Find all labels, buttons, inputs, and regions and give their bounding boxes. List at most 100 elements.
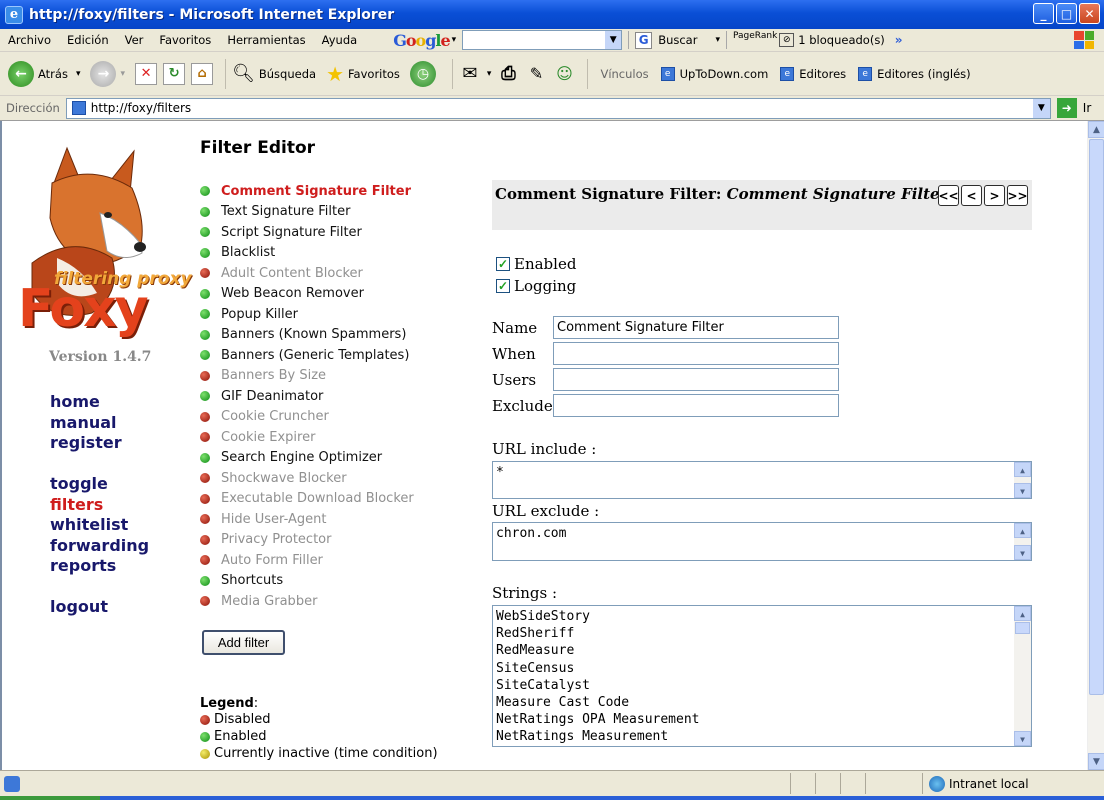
filter-item[interactable]: Comment Signature Filter bbox=[200, 181, 460, 202]
nav-logout[interactable]: logout bbox=[50, 597, 108, 618]
filter-item[interactable]: Shockwave Blocker bbox=[200, 468, 460, 489]
filter-item[interactable]: Script Signature Filter bbox=[200, 222, 460, 243]
filter-item[interactable]: Web Beacon Remover bbox=[200, 284, 460, 305]
filter-item[interactable]: Banners (Known Spammers) bbox=[200, 325, 460, 346]
google-search-input[interactable]: ▼ bbox=[462, 30, 623, 50]
menu-archivo[interactable]: Archivo bbox=[0, 33, 59, 47]
menu-ayuda[interactable]: Ayuda bbox=[314, 33, 366, 47]
menu-ver[interactable]: Ver bbox=[117, 33, 152, 47]
exclude-field[interactable] bbox=[553, 394, 839, 417]
print-icon[interactable]: ⎙ bbox=[497, 63, 519, 85]
link-uptodown[interactable]: e UpToDown.com bbox=[660, 66, 768, 81]
scroll-up-icon[interactable]: ▲ bbox=[1014, 606, 1031, 621]
close-button[interactable]: ✕ bbox=[1079, 3, 1100, 24]
go-button[interactable]: ➜ Ir bbox=[1056, 98, 1091, 118]
address-input[interactable]: http://foxy/filters ▼ bbox=[65, 97, 1051, 119]
enabled-checkbox[interactable]: ✓ bbox=[496, 257, 510, 271]
minimize-button[interactable]: _ bbox=[1033, 3, 1054, 24]
filter-item[interactable]: Search Engine Optimizer bbox=[200, 448, 460, 469]
nav-home[interactable]: home bbox=[50, 392, 122, 413]
filter-item[interactable]: Cookie Expirer bbox=[200, 427, 460, 448]
filter-item[interactable]: Hide User-Agent bbox=[200, 509, 460, 530]
stop-icon[interactable]: ✕ bbox=[135, 62, 158, 85]
scrollbar[interactable]: ▲ ▼ bbox=[1014, 606, 1031, 746]
scroll-up-icon[interactable]: ▲ bbox=[1014, 523, 1031, 538]
scroll-thumb[interactable] bbox=[1089, 139, 1104, 695]
scroll-thumb[interactable] bbox=[1015, 622, 1030, 634]
chevron-down-icon[interactable]: ▾ bbox=[715, 35, 720, 45]
link-editores-ingles[interactable]: e Editores (inglés) bbox=[858, 66, 971, 81]
more-chevron-icon[interactable]: » bbox=[895, 33, 903, 47]
nav-register[interactable]: register bbox=[50, 433, 122, 454]
history-icon[interactable]: ◷ bbox=[409, 60, 436, 87]
filter-item[interactable]: GIF Deanimator bbox=[200, 386, 460, 407]
next-filter-button[interactable]: > bbox=[984, 185, 1005, 206]
scroll-up-icon[interactable]: ▲ bbox=[1088, 121, 1104, 138]
chevron-down-icon[interactable]: ▼ bbox=[605, 31, 622, 49]
filter-item[interactable]: Shortcuts bbox=[200, 571, 460, 592]
home-icon[interactable]: ⌂ bbox=[191, 62, 214, 85]
menu-favoritos[interactable]: Favoritos bbox=[151, 33, 219, 47]
filter-item[interactable]: Text Signature Filter bbox=[200, 202, 460, 223]
nav-filters[interactable]: filters bbox=[50, 495, 149, 516]
filter-item[interactable]: Adult Content Blocker bbox=[200, 263, 460, 284]
filter-item[interactable]: Banners (Generic Templates) bbox=[200, 345, 460, 366]
chevron-down-icon[interactable]: ▼ bbox=[1032, 98, 1050, 118]
filter-item[interactable]: Media Grabber bbox=[200, 591, 460, 612]
refresh-icon[interactable]: ↻ bbox=[163, 62, 186, 85]
red-dot-icon bbox=[200, 268, 210, 279]
add-filter-button[interactable]: Add filter bbox=[202, 630, 285, 655]
menu-edicion[interactable]: Edición bbox=[59, 33, 117, 47]
filter-item[interactable]: Popup Killer bbox=[200, 304, 460, 325]
scroll-up-icon[interactable]: ▲ bbox=[1014, 462, 1031, 477]
messenger-icon[interactable]: ☺ bbox=[553, 63, 575, 85]
last-filter-button[interactable]: >> bbox=[1007, 185, 1028, 206]
popup-blocked-count[interactable]: 1 bloqueado(s) bbox=[798, 33, 885, 47]
scroll-down-icon[interactable]: ▼ bbox=[1014, 483, 1031, 498]
nav-manual[interactable]: manual bbox=[50, 413, 122, 434]
forward-button[interactable]: → ▾ bbox=[90, 60, 125, 87]
nav-reports[interactable]: reports bbox=[50, 556, 149, 577]
scroll-down-icon[interactable]: ▼ bbox=[1014, 545, 1031, 560]
scroll-down-icon[interactable]: ▼ bbox=[1088, 753, 1104, 770]
first-filter-button[interactable]: << bbox=[938, 185, 959, 206]
url-exclude-textarea[interactable]: chron.com ▲ ▼ bbox=[492, 522, 1032, 561]
edit-icon[interactable]: ✎ bbox=[525, 63, 547, 85]
menu-herramientas[interactable]: Herramientas bbox=[219, 33, 313, 47]
maximize-button[interactable]: □ bbox=[1056, 3, 1077, 24]
chevron-down-icon[interactable]: ▾ bbox=[76, 69, 81, 79]
scrollbar[interactable]: ▲ ▼ bbox=[1014, 523, 1031, 560]
logging-label: Logging bbox=[514, 277, 577, 295]
scrollbar[interactable]: ▲ ▼ bbox=[1014, 462, 1031, 498]
filter-item[interactable]: Executable Download Blocker bbox=[200, 489, 460, 510]
filter-item[interactable]: Banners By Size bbox=[200, 366, 460, 387]
filter-item[interactable]: Auto Form Filler bbox=[200, 550, 460, 571]
filter-item[interactable]: Cookie Cruncher bbox=[200, 407, 460, 428]
filter-item[interactable]: Privacy Protector bbox=[200, 530, 460, 551]
mail-icon[interactable]: ✉ bbox=[459, 63, 481, 85]
legend-item-enabled: Enabled bbox=[200, 728, 438, 745]
strings-textarea[interactable]: WebSideStory RedSheriff RedMeasure SiteCens… bbox=[492, 605, 1032, 747]
name-field[interactable]: Comment Signature Filter bbox=[553, 316, 839, 339]
when-field[interactable] bbox=[553, 342, 839, 365]
chevron-down-icon[interactable]: ▾ bbox=[487, 69, 492, 79]
nav-group-docs: home manual register bbox=[50, 392, 122, 454]
page-scrollbar[interactable]: ▲ ▼ bbox=[1087, 121, 1104, 770]
chevron-down-icon[interactable]: ▾ bbox=[120, 69, 125, 79]
google-logo[interactable]: Google bbox=[393, 31, 450, 50]
prev-filter-button[interactable]: < bbox=[961, 185, 982, 206]
link-editores[interactable]: e Editores bbox=[780, 66, 846, 81]
nav-whitelist[interactable]: whitelist bbox=[50, 515, 149, 536]
favorites-button[interactable]: ★ Favoritos bbox=[326, 62, 400, 86]
back-button[interactable]: ← Atrás ▾ bbox=[8, 60, 81, 87]
scroll-down-icon[interactable]: ▼ bbox=[1014, 731, 1031, 746]
nav-toggle[interactable]: toggle bbox=[50, 474, 149, 495]
users-field[interactable] bbox=[553, 368, 839, 391]
google-dropdown-icon[interactable]: ▾ bbox=[452, 35, 457, 45]
nav-forwarding[interactable]: forwarding bbox=[50, 536, 149, 557]
url-include-textarea[interactable]: * ▲ ▼ bbox=[492, 461, 1032, 499]
logging-checkbox[interactable]: ✓ bbox=[496, 279, 510, 293]
filter-item[interactable]: Blacklist bbox=[200, 243, 460, 264]
google-search-button[interactable]: Buscar bbox=[658, 33, 697, 47]
search-button[interactable]: 🔍︎ Búsqueda bbox=[232, 63, 316, 84]
